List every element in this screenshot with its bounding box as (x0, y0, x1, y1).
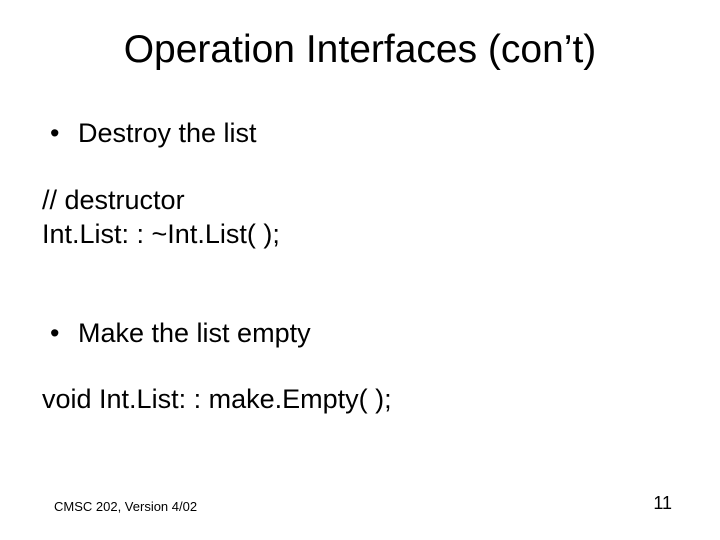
code-make-empty-sig: void Int.List: : make.Empty( ); (42, 384, 392, 415)
code-block-make-empty: void Int.List: : make.Empty( ); (42, 384, 392, 415)
bullet-make-empty: •Make the list empty (50, 318, 311, 349)
footer-course: CMSC 202, Version 4/02 (54, 499, 197, 514)
bullet-dot-icon: • (50, 118, 78, 149)
slide: Operation Interfaces (con’t) •Destroy th… (0, 0, 720, 540)
bullet-destroy: •Destroy the list (50, 118, 257, 149)
bullet-dot-icon: • (50, 318, 78, 349)
footer-page-number: 11 (653, 493, 672, 514)
bullet-destroy-label: Destroy the list (78, 118, 257, 148)
code-block-destructor: // destructor Int.List: : ~Int.List( ); (42, 184, 280, 252)
slide-title: Operation Interfaces (con’t) (0, 28, 720, 72)
code-destructor-sig: Int.List: : ~Int.List( ); (42, 218, 280, 252)
code-destructor-comment: // destructor (42, 184, 280, 218)
bullet-make-empty-label: Make the list empty (78, 318, 311, 348)
